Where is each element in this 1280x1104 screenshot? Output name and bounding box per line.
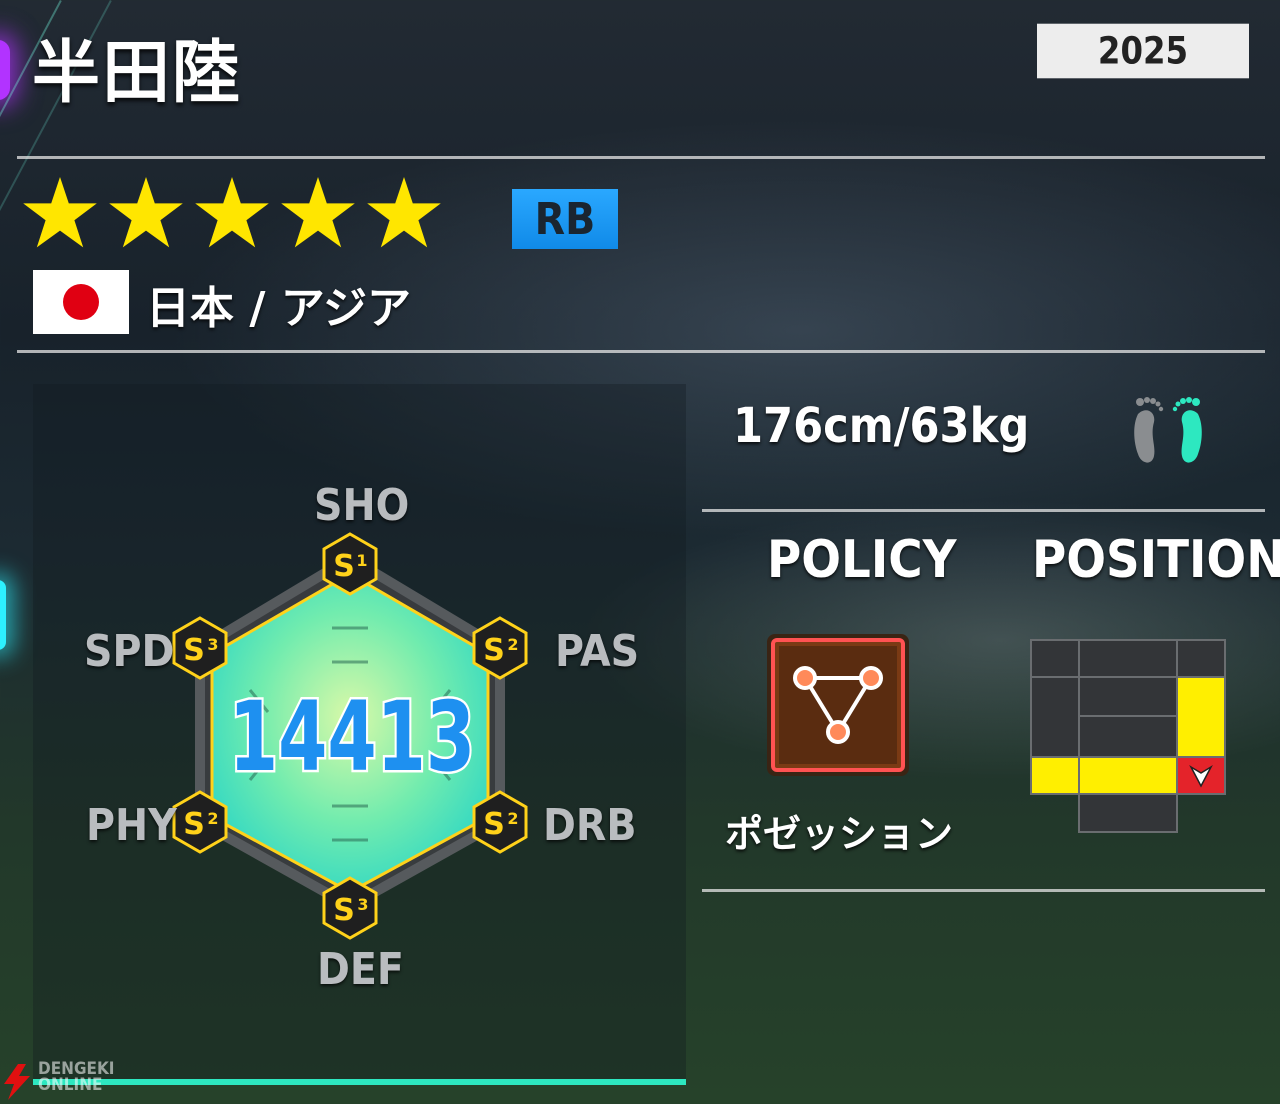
svg-text:S: S (483, 633, 505, 668)
pos-cell-right-back (1176, 756, 1226, 795)
svg-text:S: S (333, 549, 355, 584)
height-weight: 176cm/63kg (733, 398, 1030, 454)
foot-preference-icon (1134, 397, 1202, 463)
policy-header: POLICY (767, 530, 957, 590)
total-power: 14413 (229, 681, 475, 793)
grade-badge-def: S 3 (322, 876, 378, 940)
stat-label-phy: PHY (86, 800, 177, 851)
lightning-logo-icon (4, 1064, 30, 1100)
pos-cell-right-wing (1176, 639, 1226, 678)
grade-badge-drb: S 2 (472, 790, 528, 854)
svg-text:S: S (483, 807, 505, 842)
stat-label-spd: SPD (84, 626, 175, 677)
stat-label-sho: SHO (314, 480, 410, 531)
svg-text:1: 1 (356, 551, 367, 570)
svg-text:3: 3 (207, 635, 218, 654)
pos-cell-goalkeeper (1078, 793, 1178, 833)
svg-text:S: S (183, 807, 205, 842)
pos-cell-center-forward (1078, 639, 1178, 678)
svg-text:2: 2 (507, 635, 518, 654)
svg-text:S: S (333, 893, 355, 928)
position-header: POSITION (1032, 530, 1280, 590)
svg-text:3: 3 (357, 895, 368, 914)
stat-label-pas: PAS (555, 626, 640, 677)
divider (702, 509, 1265, 512)
position-map (1030, 639, 1226, 833)
pos-cell-defensive-midfield (1078, 715, 1178, 758)
stat-label-def: DEF (317, 944, 404, 995)
policy-name: ポゼッション (725, 812, 954, 856)
stat-label-drb: DRB (543, 800, 637, 851)
pos-cell-left-wing (1030, 639, 1080, 678)
possession-triangle-icon[interactable] (765, 632, 911, 778)
svg-text:2: 2 (507, 809, 518, 828)
pos-cell-left-midfield (1030, 676, 1080, 758)
watermark-line2: ONLINE (38, 1075, 103, 1095)
grade-badge-phy: S 2 (172, 790, 228, 854)
pos-cell-attacking-midfield (1078, 676, 1178, 717)
current-position-marker-icon (1189, 764, 1213, 788)
svg-text:S: S (183, 633, 205, 668)
pos-cell-right-midfield (1176, 676, 1226, 758)
pos-cell-center-back (1078, 756, 1178, 795)
accent-bar (33, 1079, 686, 1085)
grade-badge-spd: S 3 (172, 616, 228, 680)
pos-cell-left-back (1030, 756, 1080, 795)
grade-badge-pas: S 2 (472, 616, 528, 680)
divider (702, 889, 1265, 892)
svg-text:2: 2 (207, 809, 218, 828)
grade-badge-sho: S 1 (322, 532, 378, 596)
